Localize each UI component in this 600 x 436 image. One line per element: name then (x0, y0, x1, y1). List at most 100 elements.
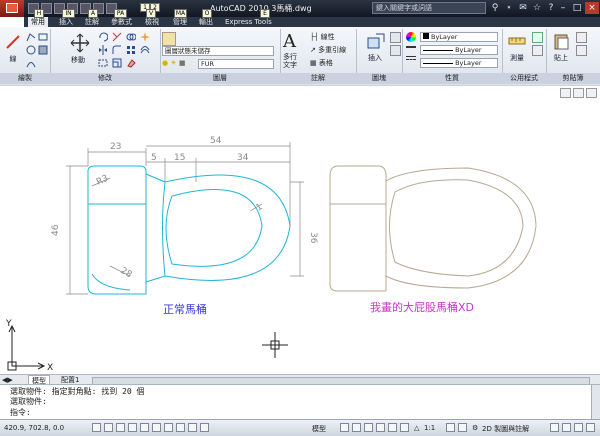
quick-select-icon[interactable] (532, 32, 543, 43)
tab-parametric[interactable]: 參數式 (108, 17, 135, 27)
pan-icon[interactable] (364, 423, 373, 432)
copy-icon[interactable] (126, 32, 137, 44)
arc-icon[interactable] (26, 58, 36, 70)
lightbulb-icon[interactable]: ● (162, 59, 168, 67)
search-icon[interactable]: ⚲ (490, 3, 500, 13)
maximize-icon[interactable]: □ (570, 2, 584, 14)
status-menu-icon[interactable] (574, 423, 583, 432)
linetype-icon[interactable] (406, 59, 416, 68)
insert-block-button[interactable] (366, 32, 386, 50)
quick-view-drawings-icon[interactable] (352, 423, 361, 432)
close-icon[interactable]: × (585, 2, 599, 14)
tab-express-tools[interactable]: Express Tools (222, 17, 275, 27)
isolate-objects-icon[interactable] (562, 423, 571, 432)
tab-home[interactable]: 常用 (28, 17, 48, 27)
communication-center-icon[interactable]: ✉ (518, 3, 528, 13)
annotation-scale[interactable]: 1:1 (424, 424, 435, 432)
copy-clip-icon[interactable] (576, 45, 587, 56)
linetype-dropdown[interactable]: ByLayer (420, 58, 498, 68)
ortho-mode-icon[interactable] (116, 423, 125, 432)
quick-view-layouts-icon[interactable] (340, 423, 349, 432)
tab-nav-arrows[interactable]: ◀▶ (2, 376, 13, 384)
current-layer-dropdown[interactable]: FUR (198, 59, 274, 69)
trim-icon[interactable] (112, 32, 122, 44)
polar-tracking-icon[interactable] (128, 423, 137, 432)
offset-icon[interactable] (140, 45, 150, 57)
ucs-dynamic-icon[interactable] (164, 423, 173, 432)
minimize-icon[interactable]: – (556, 2, 570, 14)
clean-screen-icon[interactable] (586, 423, 595, 432)
panel-title-draw[interactable]: 繪製 (0, 73, 50, 84)
favorites-icon[interactable]: ☆ (532, 3, 542, 13)
layer-properties-icon[interactable] (162, 32, 176, 46)
fillet-icon[interactable] (112, 45, 122, 57)
create-block-icon[interactable] (390, 32, 401, 43)
calculator-icon[interactable] (532, 45, 543, 56)
quick-properties-icon[interactable] (200, 423, 209, 432)
cut-icon[interactable] (576, 32, 587, 43)
move-button[interactable] (70, 33, 90, 53)
multiline-text-icon[interactable]: A (283, 31, 296, 52)
lock-ui-icon[interactable] (550, 423, 559, 432)
command-input[interactable]: 指令: (10, 408, 570, 418)
rectangle-icon[interactable] (38, 32, 48, 44)
application-menu-button[interactable] (0, 0, 24, 17)
command-scrollbar[interactable] (591, 385, 600, 419)
panel-title-block[interactable]: 圖塊 (356, 73, 402, 84)
measure-button[interactable] (508, 33, 526, 49)
panel-title-annotation[interactable]: 註解 (280, 73, 356, 84)
annotation-visibility-icon[interactable] (446, 423, 455, 432)
sun-icon[interactable]: ☀ (170, 59, 176, 67)
object-snap-icon[interactable] (140, 423, 149, 432)
hatch-icon[interactable] (38, 45, 48, 57)
panel-title-properties[interactable]: 性質 (402, 73, 502, 84)
panel-title-clipboard[interactable]: 剪貼簿 (546, 73, 600, 84)
panel-title-modify[interactable]: 修改 (50, 73, 160, 84)
stretch-icon[interactable] (98, 58, 108, 70)
explode-icon[interactable] (140, 32, 150, 44)
workspace-switch[interactable]: 2D 製圖與註解 (482, 424, 529, 434)
line-button[interactable] (4, 33, 22, 55)
lineweight-dropdown[interactable]: ByLayer (420, 45, 498, 55)
panel-title-utilities[interactable]: 公用程式 (502, 73, 546, 84)
erase-icon[interactable] (126, 58, 136, 70)
linear-dimension-button[interactable]: ├┤ 線性 (310, 32, 335, 42)
lock-icon[interactable]: ■ (179, 59, 186, 67)
edit-block-icon[interactable] (390, 45, 401, 56)
multileader-button[interactable]: ↗ 多重引線 (310, 45, 346, 55)
layer-state-dropdown[interactable]: 圖層狀態未儲存 (162, 46, 274, 56)
drawing-canvas[interactable]: 23 54 5 15 34 46 36 R3 28 1 正常馬桶 我畫的大屁股馬… (0, 85, 600, 375)
color-wheel-icon[interactable] (406, 32, 416, 42)
tab-output[interactable]: 輸出 (196, 17, 216, 27)
grid-display-icon[interactable] (104, 423, 113, 432)
showmotion-icon[interactable] (400, 423, 409, 432)
model-space-button[interactable]: 模型 (312, 424, 326, 434)
polyline-icon[interactable] (26, 32, 36, 44)
tab-view[interactable]: 檢視 (142, 17, 162, 27)
search-input[interactable]: 鍵入關鍵字或詞語 (372, 2, 486, 14)
snap-mode-icon[interactable] (92, 423, 101, 432)
help-icon[interactable]: ? (546, 3, 556, 13)
linetype-sample (423, 62, 453, 64)
steering-wheel-icon[interactable] (388, 423, 397, 432)
tab-insert[interactable]: 插入 (56, 17, 76, 27)
table-button[interactable]: ▦ 表格 (310, 58, 333, 68)
tab-annotate[interactable]: 註解 (82, 17, 102, 27)
tab-manage[interactable]: 管理 (170, 17, 190, 27)
lineweight-icon[interactable] (406, 46, 416, 57)
object-snap-tracking-icon[interactable] (152, 423, 161, 432)
coordinates-readout[interactable]: 420.9, 702.8, 0.0 (4, 424, 64, 432)
rotate-icon[interactable] (98, 32, 109, 44)
auto-scale-icon[interactable] (458, 423, 467, 432)
scale-icon[interactable] (112, 58, 122, 70)
dynamic-input-icon[interactable] (176, 423, 185, 432)
paste-button[interactable] (554, 32, 570, 50)
lineweight-toggle-icon[interactable] (188, 423, 197, 432)
color-dropdown[interactable]: ByLayer (420, 32, 498, 42)
circle-icon[interactable] (26, 45, 36, 57)
panel-title-layers[interactable]: 圖層 (160, 73, 280, 84)
subscription-icon[interactable]: ⋆ (504, 3, 514, 13)
zoom-icon[interactable] (376, 423, 385, 432)
array-icon[interactable] (126, 45, 136, 57)
mirror-icon[interactable] (98, 45, 108, 57)
